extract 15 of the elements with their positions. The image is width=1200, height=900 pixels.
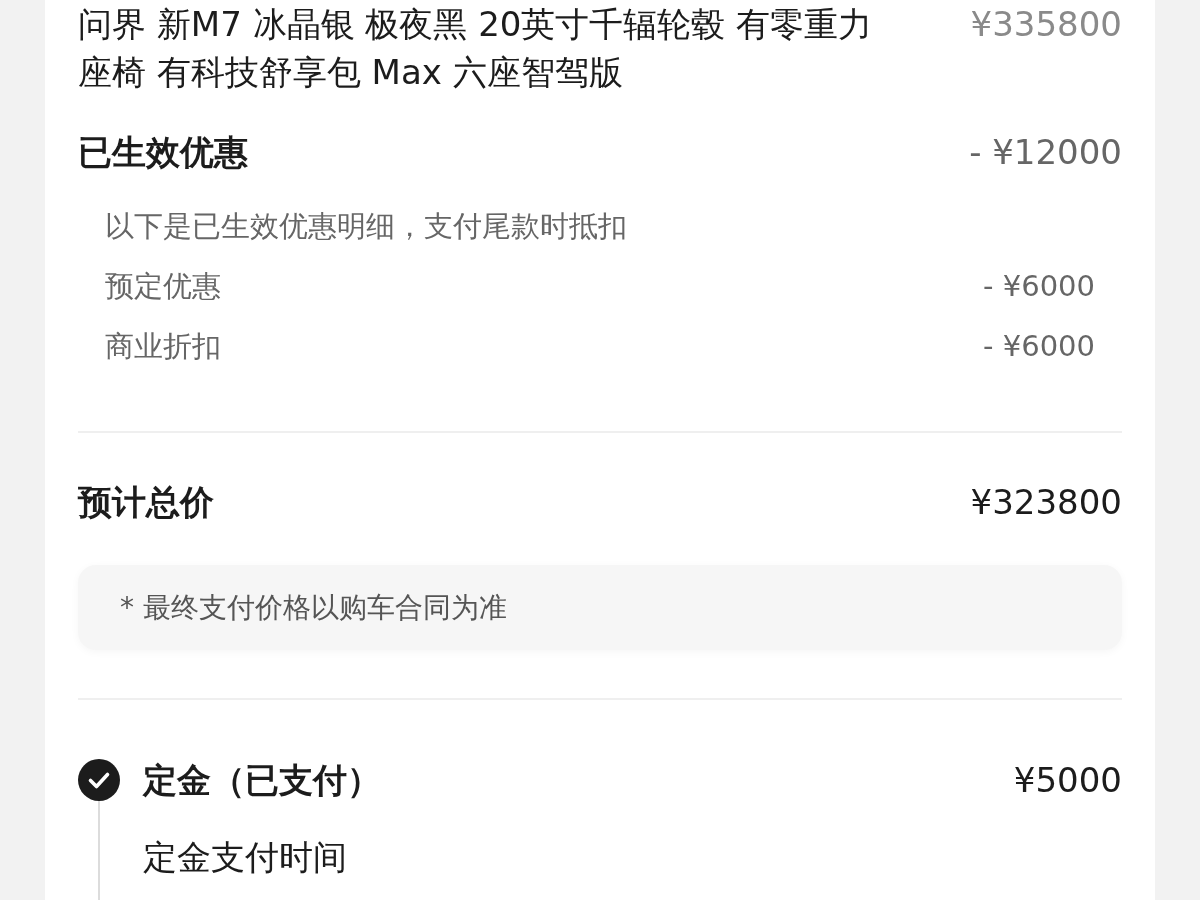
total-amount: ¥323800 (970, 481, 1122, 524)
vehicle-price: ¥335800 (970, 3, 1122, 46)
discount-amount: - ¥6000 (983, 328, 1095, 366)
total-label: 预计总价 (78, 481, 214, 524)
vehicle-description: 问界 新M7 冰晶银 极夜黑 20英寸千辐轮毂 有零重力座椅 有科技舒享包 Max 六座智驾版 (78, 3, 874, 94)
section-heading: 已生效优惠 (78, 131, 248, 174)
discount-amount: - ¥6000 (983, 268, 1095, 306)
payment-detail-label: 定金支付时间 (143, 836, 348, 879)
discount-label: 预定优惠 (105, 268, 221, 306)
discount-total: - ¥12000 (969, 131, 1122, 174)
discount-label: 商业折扣 (105, 328, 221, 366)
payment-amount: ¥5000 (1013, 759, 1122, 802)
disclaimer-text: * 最终支付价格以购车合同为准 (120, 589, 507, 626)
payment-title: 定金（已支付） (143, 759, 381, 802)
discount-note: 以下是已生效优惠明细，支付尾款时抵扣 (105, 208, 627, 246)
